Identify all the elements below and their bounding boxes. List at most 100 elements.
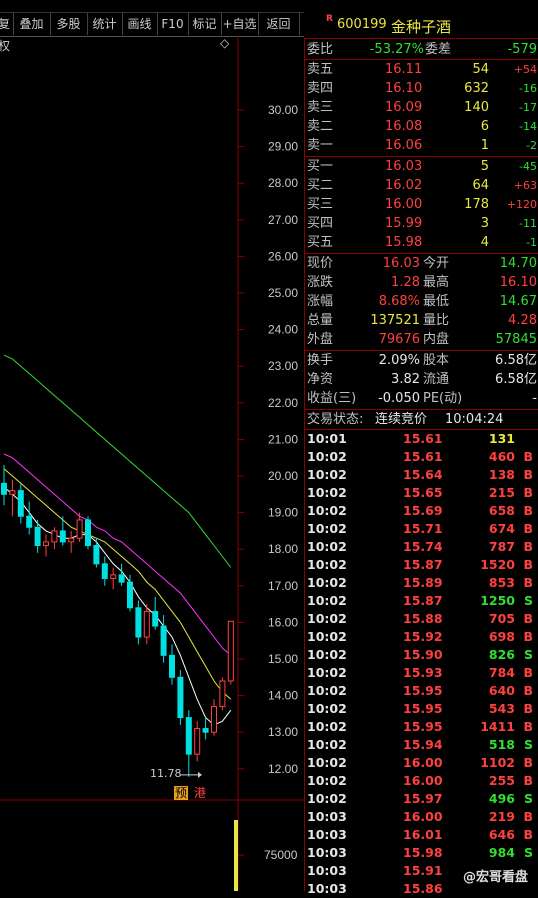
candle-body[interactable] [9,490,16,495]
candle-body[interactable] [152,610,159,627]
candle-body[interactable] [160,625,167,656]
low-arrow-head [198,771,202,778]
tick-row: 10:02 15.90 826 S [305,646,538,664]
bid-price: 15.98 [385,235,423,250]
candle-body[interactable] [177,676,184,719]
stat-row: 总量 137521 量比 4.28 [305,311,538,330]
marker-yu[interactable]: 预 [174,786,189,800]
fundamental-row: 收益(三) -0.050 PE(动) - [305,389,538,408]
ask-volume: 54 [472,62,489,77]
stat-value: 79676 [378,332,420,347]
tick-row: 10:03 16.01 646 B [305,826,538,844]
candle-body[interactable] [143,610,150,638]
tick-time: 10:02 [307,539,347,554]
candle-body[interactable] [169,654,175,678]
tick-price: 15.95 [403,683,443,698]
kline-svg[interactable]: 30.00 29.00 28.00 27.00 26.00 25.00 24.00 23.00… [0,36,304,891]
candle-body[interactable] [93,545,100,565]
stock-name[interactable]: 金种子酒 [391,16,451,37]
tick-time: 10:02 [307,557,347,572]
fund-value: 6.58亿 [495,372,537,387]
candle-body[interactable] [185,717,192,755]
candle-body[interactable] [127,581,133,609]
bid-price: 16.00 [385,197,423,212]
candle-body[interactable] [59,530,66,543]
candle-body[interactable] [43,541,49,547]
tick-volume: 787 [488,539,515,554]
tick-volume: 1520 [480,557,515,572]
toolbar-button-7[interactable]: +自选 [221,13,259,35]
tick-volume: 853 [488,575,515,590]
bid-change: -1 [526,236,537,249]
ask-price: 16.08 [385,119,423,134]
candle-body[interactable] [135,607,142,638]
tick-time: 10:02 [307,467,347,482]
candle-body[interactable] [202,728,209,733]
toolbar-button-6[interactable]: 标记 [188,13,222,35]
candle-body[interactable] [194,728,201,755]
bid-volume: 4 [480,235,489,250]
marker-gang[interactable]: 港 [194,786,206,800]
volume-bar [234,820,238,891]
toolbar-button-5[interactable]: F10 [157,13,189,35]
tick-price: 15.64 [403,467,443,482]
stat-label: 今开 [423,256,450,271]
tick-time: 10:03 [307,863,347,878]
tick-side: B [523,575,533,590]
candle-body[interactable] [219,680,226,708]
tick-time: 10:02 [307,755,347,770]
weibi-value: -53.27% [369,42,424,57]
tick-price: 15.86 [403,881,443,896]
candle-body[interactable] [68,537,75,543]
stock-code[interactable]: 600199 [337,17,387,32]
tick-time: 10:03 [307,809,347,824]
toolbar-button-2[interactable]: 多股 [50,13,88,35]
candle-body[interactable] [26,515,33,528]
settings-diamond-icon[interactable]: ◇ [220,36,229,50]
candle-body[interactable] [118,574,125,583]
candle-body[interactable] [110,574,117,579]
toolbar-button-1[interactable]: 叠加 [13,13,51,35]
candle-body[interactable] [34,526,41,547]
price-tick-label: 19.00 [268,506,298,520]
tick-side: B [523,665,533,680]
quote-panel: 委比 -53.27% 委差 -579 卖五 16.11 54 +54 卖四 16.10 632 -16… [304,38,538,896]
candle-body[interactable] [101,563,108,579]
bid-price: 16.02 [385,178,423,193]
tick-time: 10:02 [307,683,347,698]
tick-time: 10:02 [307,593,347,608]
candle-body[interactable] [17,490,24,517]
tick-price: 15.97 [403,791,443,806]
candle-body[interactable] [211,706,217,733]
candle-body[interactable] [227,620,234,682]
tick-row: 10:03 16.00 219 B [305,808,538,826]
tick-time: 10:03 [307,845,347,860]
candle-body[interactable] [76,519,83,539]
tick-volume: 674 [488,521,515,536]
stat-value: 16.03 [382,256,420,271]
tick-volume: 984 [488,845,515,860]
tick-volume: 255 [488,773,515,788]
tick-price: 15.95 [403,719,443,734]
tick-price: 15.61 [403,431,443,446]
toolbar-button-4[interactable]: 画线 [122,13,158,35]
kline-chart[interactable]: 30.00 29.00 28.00 27.00 26.00 25.00 24.00 23.00… [0,36,304,891]
candle-body[interactable] [85,519,91,547]
ask-change: -14 [519,120,537,133]
candle-body[interactable] [51,530,58,543]
fund-value: 3.82 [391,372,420,387]
tick-price: 15.93 [403,665,443,680]
tick-time: 10:01 [307,431,347,446]
toolbar-button-3[interactable]: 统计 [87,13,123,35]
tick-side: B [523,773,533,788]
candle-body[interactable] [1,482,7,495]
tick-side: B [523,629,533,644]
stat-label: 现价 [307,256,334,271]
tick-price: 15.87 [403,557,443,572]
stat-value: 14.70 [499,256,537,271]
ask-change: -16 [519,82,537,95]
toolbar-button-0[interactable]: 复权 [0,13,14,53]
tick-price: 16.01 [403,827,443,842]
tick-side: B [523,557,533,572]
toolbar-button-8[interactable]: 返回 [258,13,300,35]
